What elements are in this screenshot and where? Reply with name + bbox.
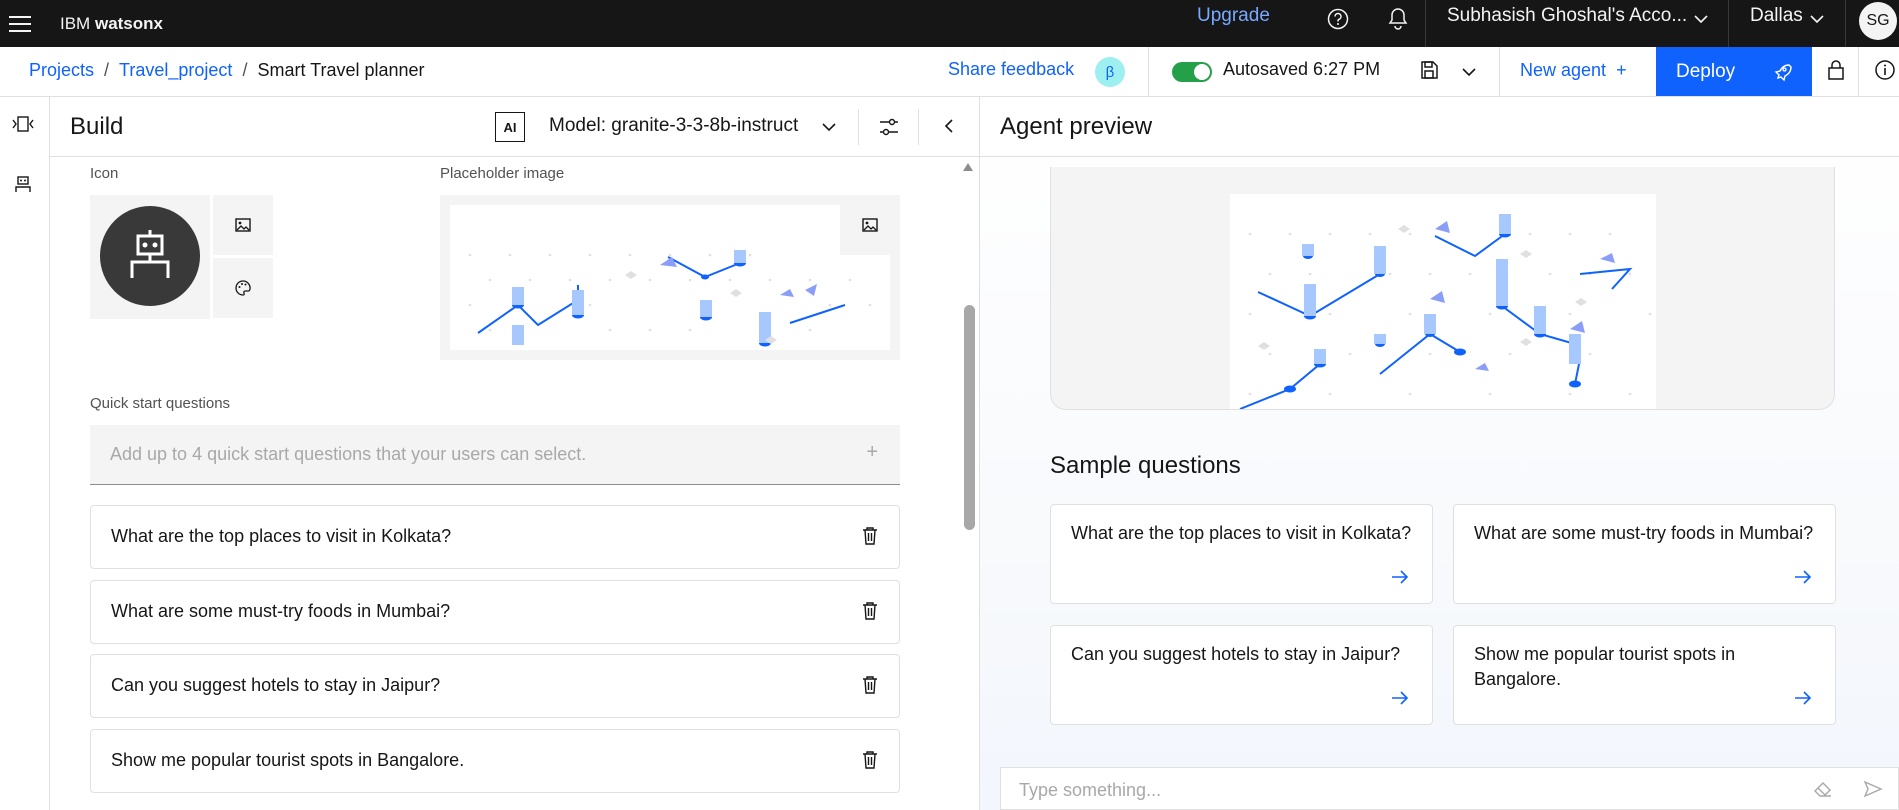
- chat-input[interactable]: Type something...: [1000, 767, 1899, 810]
- quick-start-question[interactable]: Can you suggest hotels to stay in Jaipur…: [90, 654, 900, 718]
- notification-icon[interactable]: [1383, 4, 1413, 34]
- question-text: Show me popular tourist spots in Bangalo…: [111, 750, 465, 770]
- icon-label: Icon: [90, 165, 119, 182]
- send-icon[interactable]: [1863, 780, 1883, 798]
- question-text: What are the top places to visit in Kolk…: [111, 526, 452, 546]
- chevron-down-icon[interactable]: [820, 118, 838, 136]
- preview-title: Agent preview: [1000, 113, 1153, 140]
- isometric-illustration: [450, 205, 890, 350]
- sample-questions-title: Sample questions: [1050, 452, 1241, 479]
- quick-start-question[interactable]: What are some must-try foods in Mumbai?: [90, 580, 900, 644]
- brand-prefix: IBM: [60, 13, 91, 33]
- arrow-right-icon: [1795, 691, 1812, 705]
- quick-start-question[interactable]: Show me popular tourist spots in Bangalo…: [90, 729, 900, 793]
- eraser-icon[interactable]: [1813, 780, 1833, 798]
- share-feedback-link[interactable]: Share feedback: [948, 59, 1074, 80]
- arrow-right-icon: [1392, 691, 1409, 705]
- isometric-illustration: [1230, 194, 1656, 409]
- palette-icon: [235, 280, 251, 296]
- quick-start-input[interactable]: Add up to 4 quick start questions that y…: [90, 425, 900, 485]
- placeholder-image-tile: [440, 195, 900, 360]
- build-header: Build AI Model: granite-3-3-8b-instruct: [50, 97, 980, 157]
- image-icon: [862, 218, 878, 232]
- question-text: Can you suggest hotels to stay in Jaipur…: [111, 675, 441, 695]
- arrow-right-icon: [1392, 570, 1409, 584]
- top-header-bar: IBM watsonx Upgrade Subhasish Ghoshal's …: [0, 0, 1899, 47]
- help-icon[interactable]: [1323, 4, 1353, 34]
- account-switcher[interactable]: Subhasish Ghoshal's Acco...: [1447, 5, 1687, 27]
- chevron-left-icon[interactable]: [940, 117, 958, 135]
- product-logo[interactable]: IBM watsonx: [60, 14, 163, 34]
- new-agent-button[interactable]: New agent +: [1520, 60, 1627, 81]
- scroll-up-arrow[interactable]: [961, 161, 975, 173]
- plus-icon[interactable]: +: [866, 441, 878, 464]
- card-text: What are some must-try foods in Mumbai?: [1474, 523, 1814, 543]
- region-selector[interactable]: Dallas: [1750, 5, 1803, 27]
- sample-question-card[interactable]: Can you suggest hotels to stay in Jaipur…: [1050, 625, 1433, 725]
- image-icon: [235, 218, 251, 232]
- trash-icon[interactable]: [861, 750, 879, 770]
- question-text: What are some must-try foods in Mumbai?: [111, 601, 451, 621]
- upload-icon-button[interactable]: [213, 195, 273, 255]
- breadcrumb-travel-project[interactable]: Travel_project: [119, 60, 232, 81]
- preview-hero: [1050, 167, 1835, 410]
- upload-placeholder-button[interactable]: [840, 195, 900, 255]
- trash-icon[interactable]: [861, 601, 879, 621]
- breadcrumb-projects[interactable]: Projects: [29, 60, 94, 81]
- build-panel: Build AI Model: granite-3-3-8b-instruct …: [50, 97, 980, 810]
- quick-start-label: Quick start questions: [90, 395, 231, 412]
- build-title: Build: [70, 113, 124, 140]
- chevron-down-icon[interactable]: [1460, 63, 1478, 81]
- rocket-icon: [1774, 64, 1792, 82]
- agent-icon[interactable]: [8, 169, 38, 199]
- new-agent-label: New agent: [1520, 60, 1607, 80]
- sample-question-card[interactable]: What are the top places to visit in Kolk…: [1050, 504, 1433, 604]
- trash-icon[interactable]: [861, 675, 879, 695]
- deploy-button[interactable]: Deploy: [1656, 47, 1812, 96]
- preview-header: Agent preview: [980, 97, 1899, 157]
- upgrade-link[interactable]: Upgrade: [1197, 5, 1270, 27]
- ai-badge: AI: [495, 112, 525, 142]
- breadcrumb: Projects / Travel_project / Smart Travel…: [29, 60, 425, 81]
- side-rail: [0, 97, 50, 810]
- card-text: Show me popular tourist spots in Bangalo…: [1474, 644, 1736, 689]
- brand-name: watsonx: [94, 13, 163, 33]
- sample-question-card[interactable]: What are some must-try foods in Mumbai?: [1453, 504, 1836, 604]
- chevron-down-icon[interactable]: [1808, 10, 1826, 28]
- chat-placeholder: Type something...: [1019, 780, 1162, 800]
- autosave-status: Autosaved 6:27 PM: [1223, 59, 1381, 79]
- avatar[interactable]: SG: [1859, 2, 1897, 40]
- agent-preview-panel: Agent preview Sample questions What are …: [980, 97, 1899, 810]
- trash-icon[interactable]: [861, 526, 879, 546]
- deploy-label: Deploy: [1676, 60, 1736, 82]
- save-icon[interactable]: [1418, 59, 1440, 81]
- quick-start-question[interactable]: What are the top places to visit in Kolk…: [90, 505, 900, 569]
- quick-start-placeholder: Add up to 4 quick start questions that y…: [110, 444, 587, 464]
- placeholder-image-label: Placeholder image: [440, 165, 565, 182]
- settings-icon[interactable]: [878, 116, 900, 138]
- arrow-right-icon: [1795, 570, 1812, 584]
- model-selector[interactable]: Model: granite-3-3-8b-instruct: [549, 115, 798, 137]
- robot-icon: [100, 206, 200, 306]
- breadcrumb-current: Smart Travel planner: [257, 60, 425, 80]
- project-toolbar: Projects / Travel_project / Smart Travel…: [0, 47, 1899, 97]
- lock-icon[interactable]: [1826, 59, 1846, 81]
- info-icon[interactable]: [1874, 59, 1896, 81]
- card-text: Can you suggest hotels to stay in Jaipur…: [1071, 644, 1401, 664]
- panel-toggle-icon[interactable]: [8, 109, 38, 139]
- autosave-toggle[interactable]: [1172, 62, 1212, 82]
- plus-icon: +: [1616, 60, 1627, 80]
- menu-icon[interactable]: [2, 6, 38, 42]
- agent-icon-preview: [90, 195, 210, 319]
- chevron-down-icon[interactable]: [1692, 10, 1710, 28]
- sample-question-card[interactable]: Show me popular tourist spots in Bangalo…: [1453, 625, 1836, 725]
- card-text: What are the top places to visit in Kolk…: [1071, 523, 1412, 543]
- beta-badge: β: [1095, 57, 1125, 87]
- scrollbar-thumb[interactable]: [964, 305, 975, 530]
- icon-color-button[interactable]: [213, 258, 273, 318]
